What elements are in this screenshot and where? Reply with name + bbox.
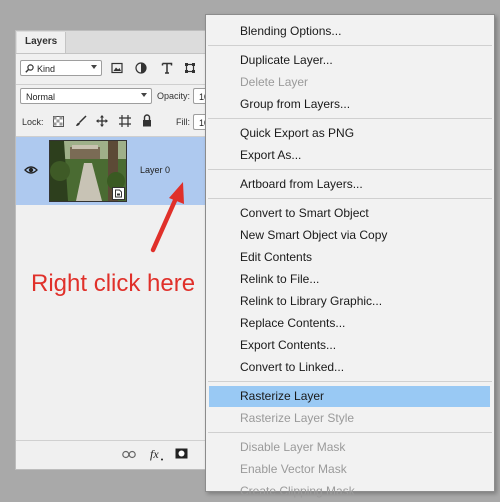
menu-item-rasterize-layer[interactable]: Rasterize Layer — [209, 386, 490, 407]
menu-item-blending-options[interactable]: Blending Options... — [209, 21, 490, 42]
menu-item-convert-to-smart-object[interactable]: Convert to Smart Object — [209, 203, 490, 224]
blend-mode-select[interactable]: Normal — [20, 88, 152, 104]
menu-item-relink-to-file[interactable]: Relink to File... — [209, 269, 490, 290]
menu-item-enable-vector-mask: Enable Vector Mask — [240, 462, 347, 476]
layer-thumbnail[interactable] — [49, 140, 127, 202]
context-menu: Blending Options... Duplicate Layer... D… — [205, 14, 495, 498]
menu-item-disable-layer-mask: Disable Layer Mask — [240, 440, 346, 454]
menu-item-group-from-layers[interactable]: Group from Layers... — [209, 94, 490, 115]
opacity-label: Opacity: — [157, 91, 191, 101]
divider — [16, 84, 214, 85]
menu-item-new-smart-object-via-copy[interactable]: New Smart Object via Copy — [209, 225, 490, 246]
eye-icon[interactable] — [24, 165, 38, 175]
pixel-filter-icon[interactable] — [111, 62, 123, 74]
add-mask-icon[interactable] — [175, 448, 188, 459]
menu-separator — [208, 198, 492, 199]
menu-item-artboard-from-layers[interactable]: Artboard from Layers... — [209, 174, 490, 195]
menu-item-duplicate-layer[interactable]: Duplicate Layer... — [209, 50, 490, 71]
svg-text:fx: fx — [150, 447, 159, 461]
annotation-text: Right click here — [31, 270, 196, 297]
shape-filter-icon[interactable] — [184, 62, 196, 74]
blend-mode-value: Normal — [26, 92, 56, 102]
blend-row: Normal Opacity: 10 — [16, 86, 223, 112]
lock-icon[interactable] — [142, 114, 152, 127]
brush-icon[interactable] — [75, 115, 87, 127]
menu-item-export-contents[interactable]: Export Contents... — [209, 335, 490, 356]
menu-item-export-as[interactable]: Export As... — [209, 145, 490, 166]
menu-separator — [208, 381, 492, 382]
menu-item-quick-export-png[interactable]: Quick Export as PNG — [209, 123, 490, 144]
layer-name[interactable]: Layer 0 — [140, 165, 170, 175]
menu-item-convert-to-linked[interactable]: Convert to Linked... — [209, 357, 490, 378]
menu-separator — [208, 432, 492, 433]
search-icon — [25, 64, 34, 73]
filter-row: Kind — [16, 58, 215, 84]
annotation-arrow — [150, 182, 184, 253]
lock-label: Lock: — [22, 117, 44, 127]
menu-separator — [208, 45, 492, 46]
fill-label: Fill: — [176, 117, 190, 127]
link-layers-icon[interactable] — [122, 450, 136, 459]
move-icon[interactable] — [96, 115, 108, 127]
smart-object-badge-icon — [112, 187, 125, 200]
lock-transparent-pixels-icon[interactable] — [53, 116, 64, 127]
menu-item-edit-contents[interactable]: Edit Contents — [209, 247, 490, 268]
filter-kind-select[interactable]: Kind — [20, 60, 102, 76]
menu-item-replace-contents[interactable]: Replace Contents... — [209, 313, 490, 334]
tab-layers[interactable]: Layers — [17, 32, 67, 53]
layer-style-fx-icon[interactable]: fx — [149, 447, 165, 461]
lock-row: Lock: Fill: 10 — [16, 111, 223, 137]
menu-separator — [208, 169, 492, 170]
filter-kind-label: Kind — [37, 64, 56, 74]
chevron-down-icon — [141, 93, 147, 97]
artboard-lock-icon[interactable] — [119, 115, 131, 127]
adjustment-filter-icon[interactable] — [135, 62, 147, 74]
type-filter-icon[interactable] — [161, 62, 173, 74]
menu-item-rasterize-layer-style: Rasterize Layer Style — [240, 411, 355, 425]
panel-tab-strip: Layers — [16, 31, 214, 54]
menu-item-delete-layer: Delete Layer — [240, 75, 309, 89]
menu-item-relink-to-library-graphic[interactable]: Relink to Library Graphic... — [209, 291, 490, 312]
menu-separator — [208, 118, 492, 119]
chevron-down-icon — [91, 65, 97, 69]
panel-footer: fx — [16, 440, 214, 469]
